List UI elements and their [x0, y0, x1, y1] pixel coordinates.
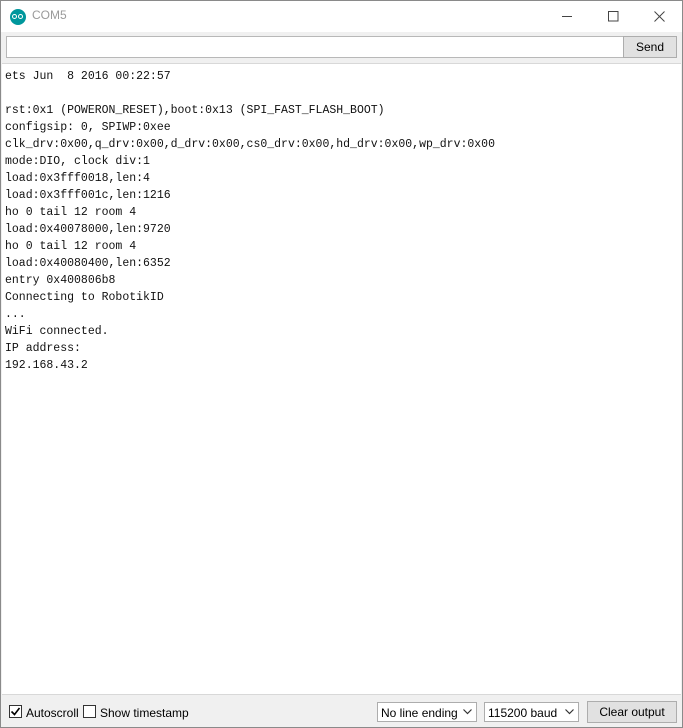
send-button[interactable]: Send [623, 36, 677, 58]
baud-rate-select[interactable]: 115200 baud [484, 702, 579, 722]
console-line: load:0x3fff0018,len:4 [5, 172, 150, 185]
autoscroll-checkbox[interactable] [9, 705, 22, 718]
console-line: WiFi connected. [5, 325, 109, 338]
status-bar: Autoscroll Show timestamp No line ending… [1, 697, 682, 727]
chevron-down-icon [565, 709, 574, 715]
chevron-down-icon [463, 709, 472, 715]
line-ending-value: No line ending [381, 706, 458, 720]
serial-output[interactable]: ets Jun 8 2016 00:22:57 rst:0x1 (POWERON_… [2, 63, 681, 695]
console-line: ... [5, 308, 26, 321]
console-line: ho 0 tail 12 room 4 [5, 240, 137, 253]
console-line: ho 0 tail 12 room 4 [5, 206, 137, 219]
show-timestamp-label: Show timestamp [100, 706, 189, 720]
maximize-button[interactable] [590, 1, 636, 32]
window-title: COM5 [32, 8, 67, 22]
title-bar: COM5 [1, 1, 682, 32]
minimize-button[interactable] [544, 1, 590, 32]
console-line: rst:0x1 (POWERON_RESET),boot:0x13 (SPI_F… [5, 104, 385, 117]
console-line: load:0x40080400,len:6352 [5, 257, 171, 270]
minimize-icon [561, 16, 572, 17]
close-button[interactable] [636, 1, 682, 32]
serial-input[interactable] [6, 36, 624, 58]
checkmark-icon [10, 707, 21, 716]
show-timestamp-checkbox[interactable] [83, 705, 96, 718]
console-line: 192.168.43.2 [5, 359, 88, 372]
serial-monitor-window: COM5 Send ets Jun 8 2016 00:22:57 rst:0x1… [0, 0, 683, 728]
arduino-logo-icon [10, 9, 26, 25]
console-line: load:0x40078000,len:9720 [5, 223, 171, 236]
console-line: entry 0x400806b8 [5, 274, 116, 287]
console-line: ets Jun 8 2016 00:22:57 [5, 70, 171, 83]
line-ending-select[interactable]: No line ending [377, 702, 477, 722]
console-line: Connecting to RobotikID [5, 291, 164, 304]
baud-rate-value: 115200 baud [488, 706, 558, 720]
clear-output-button[interactable]: Clear output [587, 701, 677, 723]
console-line: clk_drv:0x00,q_drv:0x00,d_drv:0x00,cs0_d… [5, 138, 495, 151]
send-toolbar: Send [1, 32, 682, 63]
console-line: mode:DIO, clock div:1 [5, 155, 150, 168]
autoscroll-label: Autoscroll [26, 706, 79, 720]
console-line: load:0x3fff001c,len:1216 [5, 189, 171, 202]
console-line: configsip: 0, SPIWP:0xee [5, 121, 171, 134]
console-line: IP address: [5, 342, 88, 355]
close-icon [653, 11, 665, 22]
maximize-icon [607, 11, 618, 22]
